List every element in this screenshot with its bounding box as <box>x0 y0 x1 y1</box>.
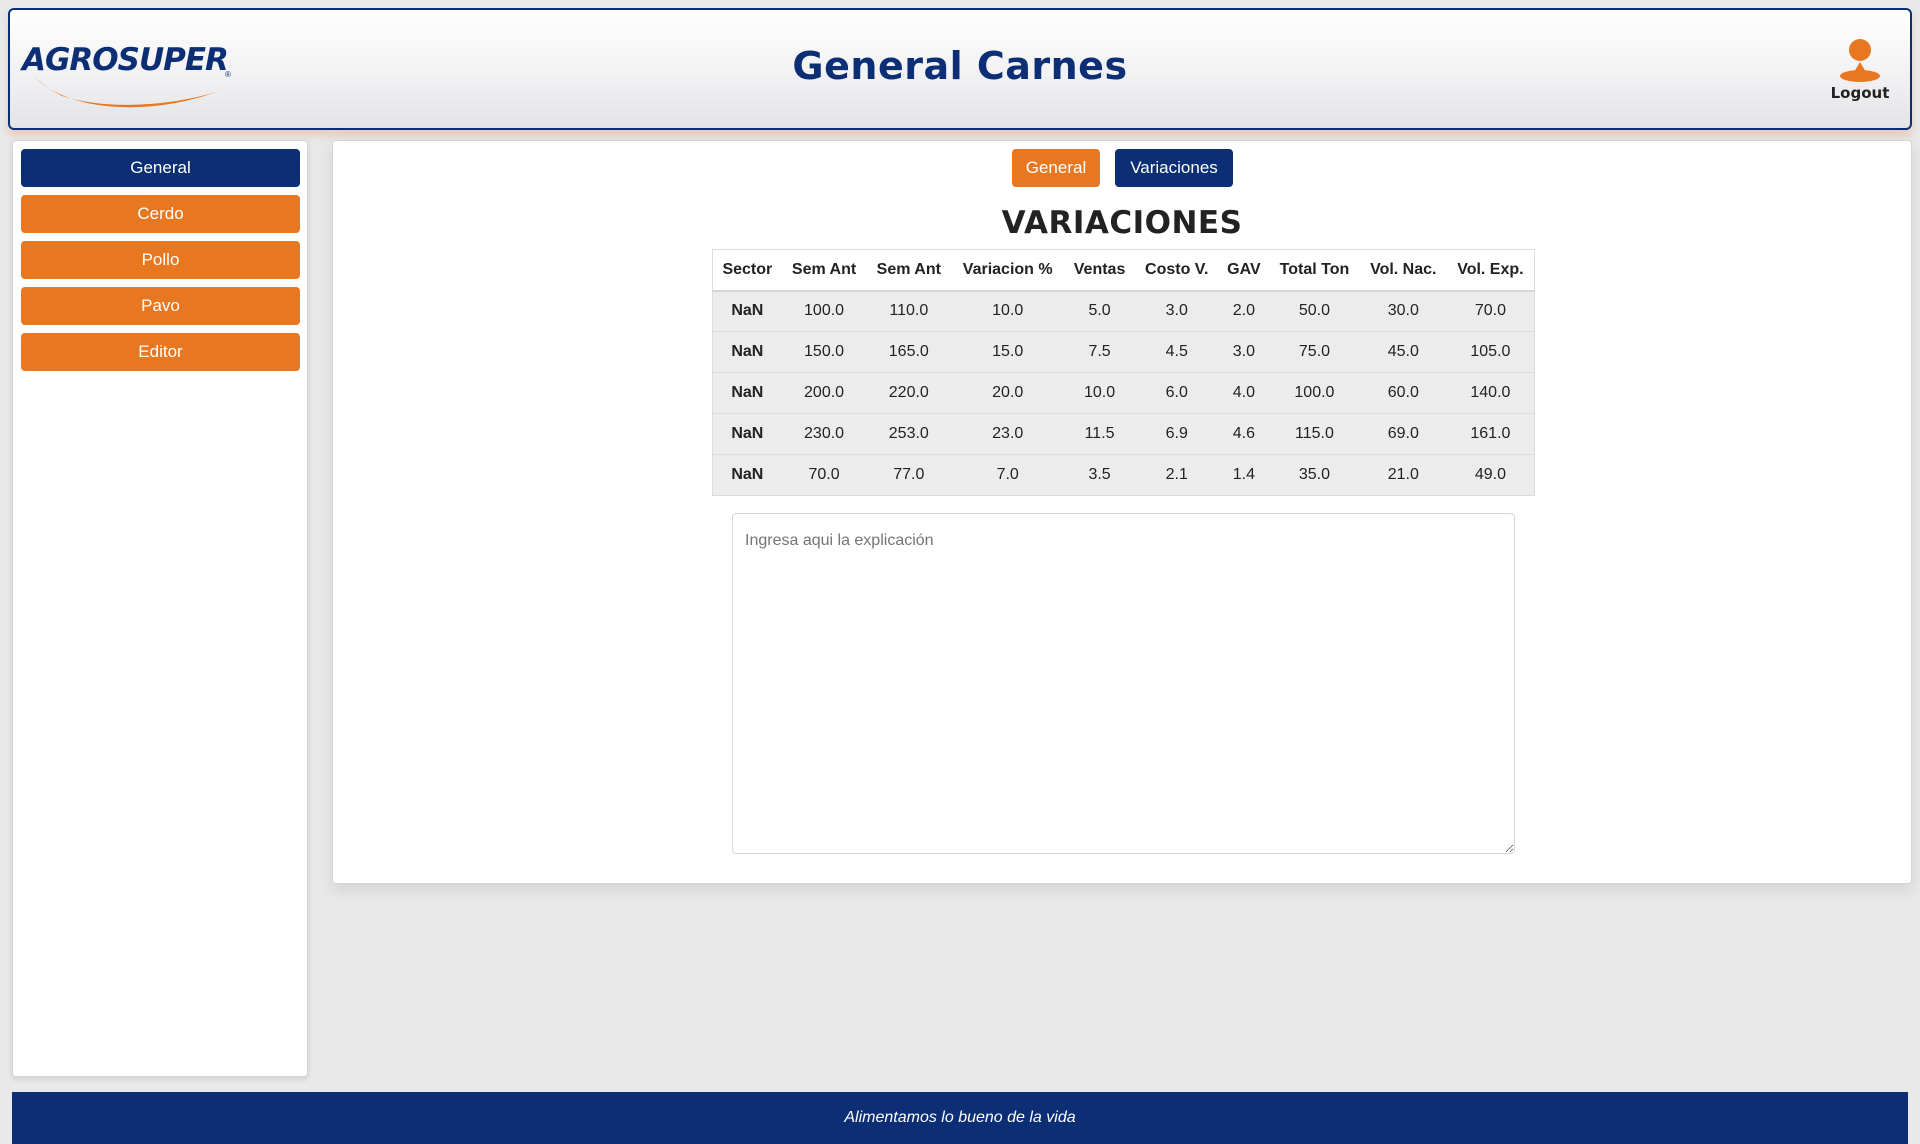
table-cell: 6.9 <box>1134 413 1219 455</box>
table-cell: 7.0 <box>951 454 1065 496</box>
table-cell: 49.0 <box>1446 454 1535 496</box>
table-cell: 161.0 <box>1446 413 1535 455</box>
section-title: VARIACIONES <box>1001 205 1243 241</box>
column-header: GAV <box>1218 249 1270 292</box>
table-cell: 110.0 <box>866 290 952 332</box>
column-header: Costo V. <box>1134 249 1219 292</box>
table-cell: 115.0 <box>1269 413 1360 455</box>
table-cell: 4.5 <box>1134 331 1219 373</box>
table-cell: 70.0 <box>781 454 867 496</box>
table-cell: 230.0 <box>781 413 867 455</box>
column-header: Total Ton <box>1269 249 1360 292</box>
table-cell: 105.0 <box>1446 331 1535 373</box>
table-cell: 7.5 <box>1064 331 1135 373</box>
table-cell: 35.0 <box>1269 454 1360 496</box>
column-header: Vol. Nac. <box>1359 249 1447 292</box>
table-cell: 200.0 <box>781 372 867 414</box>
table-cell: 75.0 <box>1269 331 1360 373</box>
table-cell: 10.0 <box>1064 372 1135 414</box>
table-cell: 50.0 <box>1269 290 1360 332</box>
table-cell: 21.0 <box>1359 454 1447 496</box>
table-row: NaN 70.0 77.0 7.0 3.5 2.1 1.4 35.0 21.0 … <box>712 454 1535 496</box>
explanation-textarea[interactable] <box>732 513 1515 854</box>
logout-label: Logout <box>1830 84 1890 102</box>
table-cell: NaN <box>712 454 782 496</box>
sidebar-item-general[interactable]: General <box>21 149 300 187</box>
table-cell: 220.0 <box>866 372 952 414</box>
sidebar-item-cerdo[interactable]: Cerdo <box>21 195 300 233</box>
column-header: Ventas <box>1064 249 1135 292</box>
table-cell: 100.0 <box>781 290 867 332</box>
table-cell: 5.0 <box>1064 290 1135 332</box>
column-header: Sem Ant <box>866 249 952 292</box>
table-cell: 3.5 <box>1064 454 1135 496</box>
logout-button[interactable]: Logout <box>1820 36 1900 102</box>
table-cell: 10.0 <box>951 290 1065 332</box>
table-cell: 69.0 <box>1359 413 1447 455</box>
table-cell: 150.0 <box>781 331 867 373</box>
table-cell: 2.0 <box>1218 290 1270 332</box>
table-cell: 23.0 <box>951 413 1065 455</box>
table-cell: 2.1 <box>1134 454 1219 496</box>
table-cell: 165.0 <box>866 331 952 373</box>
user-icon <box>1840 39 1880 82</box>
table-cell: NaN <box>712 290 782 332</box>
top-header: AGROSUPER ® General Carnes Logout <box>8 8 1912 130</box>
variaciones-table: Sector Sem Ant Sem Ant Variacion % Venta… <box>712 249 1535 496</box>
table-cell: 100.0 <box>1269 372 1360 414</box>
table-header-row: Sector Sem Ant Sem Ant Variacion % Venta… <box>712 249 1535 292</box>
table-cell: 3.0 <box>1134 290 1219 332</box>
table-cell: 20.0 <box>951 372 1065 414</box>
table-row: NaN 200.0 220.0 20.0 10.0 6.0 4.0 100.0 … <box>712 372 1535 414</box>
table-cell: 30.0 <box>1359 290 1447 332</box>
footer: Alimentamos lo bueno de la vida <box>12 1092 1908 1144</box>
table-row: NaN 150.0 165.0 15.0 7.5 4.5 3.0 75.0 45… <box>712 331 1535 373</box>
table-cell: 1.4 <box>1218 454 1270 496</box>
table-cell: 15.0 <box>951 331 1065 373</box>
column-header: Vol. Exp. <box>1446 249 1535 292</box>
footer-slogan: Alimentamos lo bueno de la vida <box>844 1109 1076 1126</box>
table-cell: 11.5 <box>1064 413 1135 455</box>
table-cell: 4.6 <box>1218 413 1270 455</box>
column-header: Sem Ant <box>781 249 867 292</box>
table-cell: NaN <box>712 331 782 373</box>
sidebar: General Cerdo Pollo Pavo Editor <box>12 140 308 1077</box>
table-row: NaN 100.0 110.0 10.0 5.0 3.0 2.0 50.0 30… <box>712 290 1535 332</box>
table-cell: NaN <box>712 413 782 455</box>
tab-variaciones[interactable]: Variaciones <box>1115 149 1233 187</box>
sidebar-item-pavo[interactable]: Pavo <box>21 287 300 325</box>
table-cell: 253.0 <box>866 413 952 455</box>
table-cell: 70.0 <box>1446 290 1535 332</box>
tab-general[interactable]: General <box>1012 149 1100 187</box>
sidebar-item-pollo[interactable]: Pollo <box>21 241 300 279</box>
table-cell: NaN <box>712 372 782 414</box>
table-cell: 77.0 <box>866 454 952 496</box>
table-cell: 3.0 <box>1218 331 1270 373</box>
column-header: Sector <box>712 249 782 292</box>
sidebar-item-editor[interactable]: Editor <box>21 333 300 371</box>
table-cell: 140.0 <box>1446 372 1535 414</box>
main-panel: General Variaciones VARIACIONES Sector S… <box>332 140 1912 884</box>
page-title: General Carnes <box>792 44 1128 88</box>
table-row: NaN 230.0 253.0 23.0 11.5 6.9 4.6 115.0 … <box>712 413 1535 455</box>
table-cell: 4.0 <box>1218 372 1270 414</box>
table-cell: 6.0 <box>1134 372 1219 414</box>
column-header: Variacion % <box>951 249 1065 292</box>
table-cell: 60.0 <box>1359 372 1447 414</box>
table-cell: 45.0 <box>1359 331 1447 373</box>
